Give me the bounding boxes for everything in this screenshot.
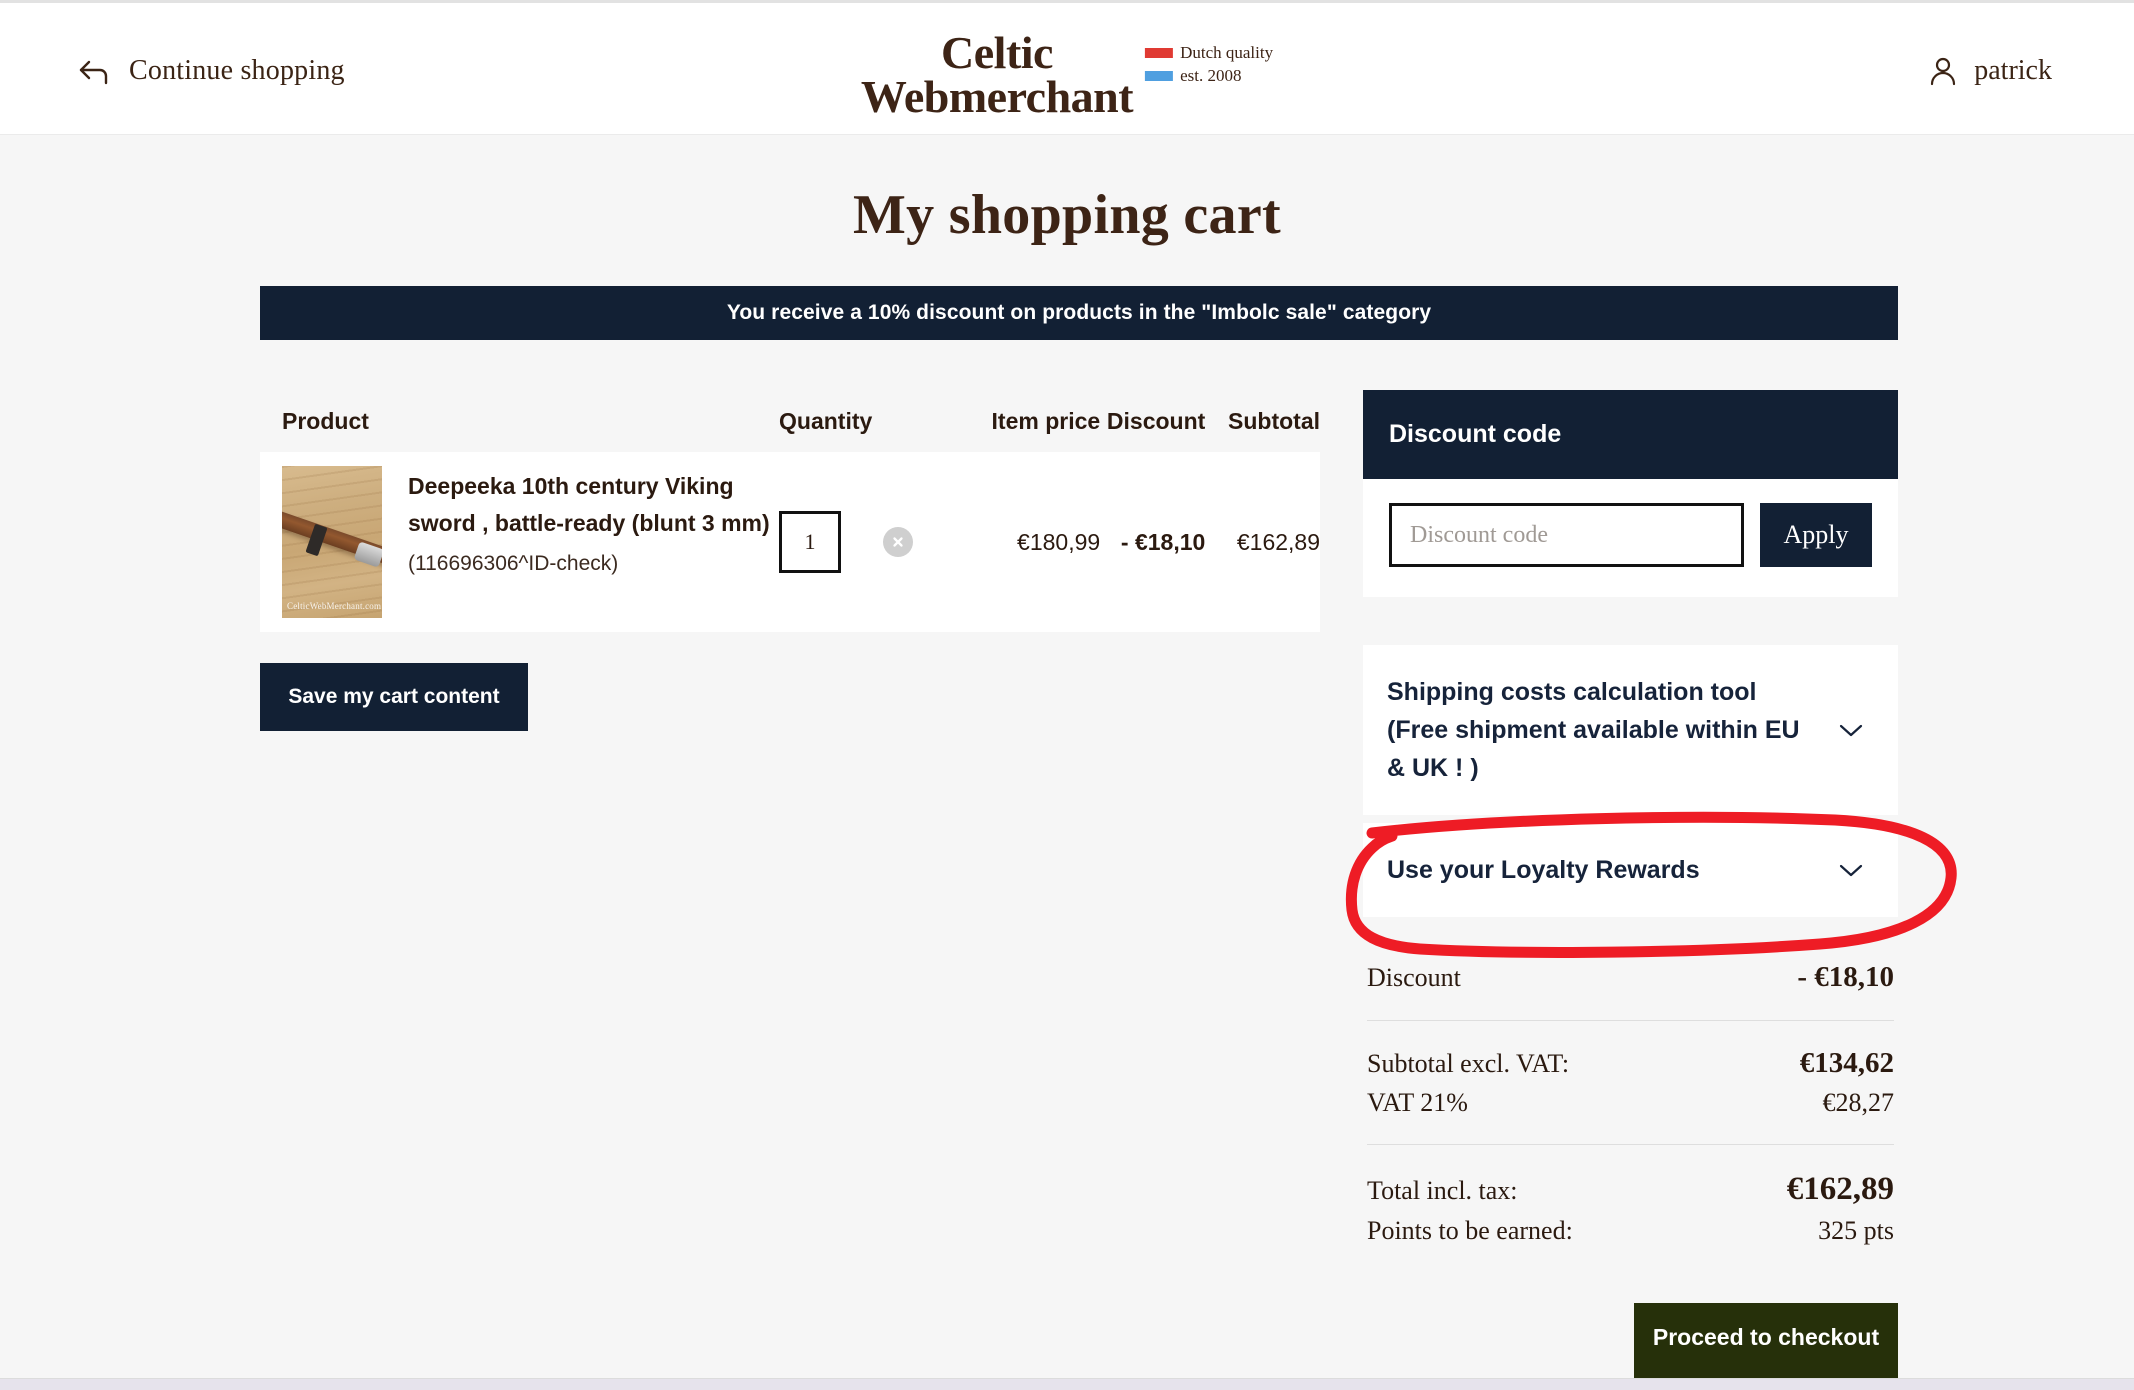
totals-row-vat: VAT 21% €28,27 (1367, 1084, 1894, 1122)
promo-banner: You receive a 10% discount on products i… (260, 286, 1898, 340)
column-header-subtotal: Subtotal (1228, 407, 1321, 434)
totals-grand-block: Total incl. tax: €162,89 Points to be ea… (1367, 1167, 1894, 1250)
dutch-flag-red-bar-icon (1145, 48, 1174, 58)
totals-total-label: Total incl. tax: (1367, 1176, 1518, 1205)
cart-item-quantity-cell (779, 511, 980, 573)
cart-table-header: Product Quantity Item price Discount Sub… (260, 390, 1320, 452)
totals-discount-value: - €18,10 (1797, 961, 1894, 993)
discount-code-panel-title: Discount code (1363, 390, 1898, 479)
totals-discount-block: Discount - €18,10 (1367, 957, 1894, 998)
totals-divider (1367, 1020, 1894, 1021)
totals-subtotal-excl-vat-value: €134,62 (1799, 1047, 1894, 1079)
totals-points-label: Points to be earned: (1367, 1216, 1573, 1245)
totals-subtotal-excl-vat-label: Subtotal excl. VAT: (1367, 1049, 1570, 1078)
site-header: Continue shopping Celtic Webmerchant Dut… (0, 3, 2134, 135)
accordion-shipping-calculator[interactable]: Shipping costs calculation tool (Free sh… (1363, 645, 1898, 815)
chevron-down-icon (1838, 722, 1864, 738)
save-cart-button[interactable]: Save my cart content (260, 663, 528, 731)
badge-quality-text: Dutch quality (1180, 43, 1274, 62)
brand-logo[interactable]: Celtic Webmerchant Dutch quality est. 20… (860, 30, 1273, 122)
chevron-down-icon (1838, 862, 1864, 878)
totals-row-subtotal-excl-vat: Subtotal excl. VAT: €134,62 (1367, 1043, 1894, 1084)
accordion-loyalty-rewards[interactable]: Use your Loyalty Rewards (1363, 823, 1898, 917)
order-summary-column: Discount code Apply Shipping costs calcu… (1363, 390, 1898, 1252)
brand-line-2: Webmerchant (860, 71, 1134, 122)
back-arrow-icon (78, 56, 112, 86)
dutch-flag-blue-bar-icon (1145, 71, 1174, 81)
product-sku: (116696306^ID-check) (408, 552, 619, 575)
cart-table: Product Quantity Item price Discount Sub… (260, 390, 1320, 632)
product-info: Deepeeka 10th century Viking sword , bat… (408, 466, 779, 576)
discount-code-panel-body: Apply (1363, 479, 1898, 597)
accordion-loyalty-rewards-label: Use your Loyalty Rewards (1387, 856, 1700, 884)
browser-bottom-strip (0, 1378, 2134, 1390)
remove-item-icon[interactable] (883, 527, 914, 557)
badge-est-text: est. 2008 (1180, 66, 1242, 85)
totals-vat-block: Subtotal excl. VAT: €134,62 VAT 21% €28,… (1367, 1043, 1894, 1122)
brand-quality-badge: Dutch quality est. 2008 (1145, 43, 1273, 89)
totals-row-discount: Discount - €18,10 (1367, 957, 1894, 998)
product-name-link[interactable]: Deepeeka 10th century Viking sword , bat… (408, 468, 779, 542)
discount-code-panel: Discount code Apply (1363, 390, 1898, 597)
totals-divider (1367, 1144, 1894, 1145)
order-totals: Discount - €18,10 Subtotal excl. VAT: €1… (1363, 957, 1898, 1250)
continue-shopping-label: Continue shopping (129, 55, 345, 86)
thumbnail-watermark: CelticWebMerchant.com (287, 601, 382, 611)
totals-row-points: Points to be earned: 325 pts (1367, 1212, 1894, 1250)
page-title: My shopping cart (853, 184, 1281, 246)
totals-discount-label: Discount (1367, 963, 1461, 992)
accordion-shipping-calculator-label: Shipping costs calculation tool (Free sh… (1387, 678, 1800, 782)
totals-row-total-incl-tax: Total incl. tax: €162,89 (1367, 1167, 1894, 1212)
totals-points-value: 325 pts (1818, 1216, 1894, 1245)
table-row: CelticWebMerchant.com Deepeeka 10th cent… (260, 452, 1320, 632)
product-thumbnail[interactable]: CelticWebMerchant.com (282, 466, 382, 618)
apply-discount-button[interactable]: Apply (1760, 503, 1872, 567)
totals-total-value: €162,89 (1786, 1171, 1894, 1207)
cart-item-discount: - €18,10 (1120, 528, 1206, 555)
account-link[interactable]: patrick (1928, 55, 2052, 87)
quantity-input[interactable] (779, 511, 842, 573)
cart-item-product-cell: CelticWebMerchant.com Deepeeka 10th cent… (282, 466, 779, 618)
user-icon (1928, 55, 1958, 87)
cart-item-price: €180,99 (1017, 528, 1101, 555)
cart-item-subtotal: €162,89 (1236, 528, 1321, 555)
column-header-item-price: Item price (991, 407, 1101, 434)
account-name: patrick (1974, 55, 2052, 86)
column-header-product: Product (282, 407, 369, 434)
column-header-quantity: Quantity (779, 407, 873, 434)
column-header-discount: Discount (1106, 407, 1206, 434)
accordion-group: Shipping costs calculation tool (Free sh… (1363, 645, 1898, 917)
discount-code-input[interactable] (1389, 503, 1744, 567)
brand-wordmark: Celtic Webmerchant (860, 30, 1134, 122)
totals-vat-value: €28,27 (1822, 1088, 1895, 1117)
proceed-to-checkout-button[interactable]: Proceed to checkout (1634, 1303, 1898, 1390)
continue-shopping-link[interactable]: Continue shopping (78, 55, 345, 87)
totals-vat-label: VAT 21% (1367, 1088, 1468, 1117)
